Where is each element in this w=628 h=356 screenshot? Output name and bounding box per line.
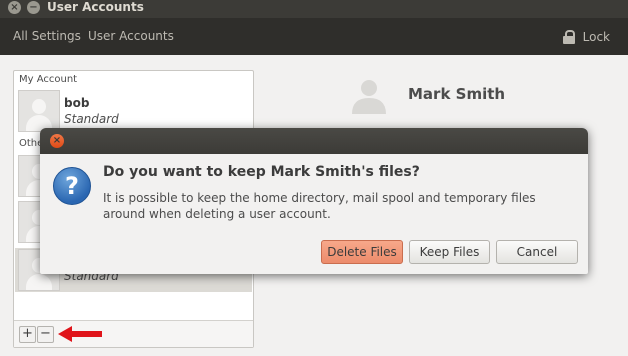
close-icon[interactable]: × bbox=[50, 134, 64, 148]
close-icon[interactable]: × bbox=[8, 1, 21, 14]
breadcrumb-user-accounts[interactable]: User Accounts bbox=[88, 29, 174, 43]
lock-icon bbox=[562, 30, 575, 44]
avatar-icon bbox=[352, 80, 386, 114]
remove-user-button[interactable]: − bbox=[37, 326, 54, 343]
confirm-dialog: × ? Do you want to keep Mark Smith's fil… bbox=[40, 128, 588, 274]
keep-files-button[interactable]: Keep Files bbox=[409, 240, 490, 264]
window-titlebar: × − User Accounts bbox=[0, 0, 628, 18]
my-account-label: My Account bbox=[19, 74, 78, 85]
lock-button[interactable]: Lock bbox=[557, 26, 616, 48]
red-arrow-icon bbox=[58, 326, 102, 342]
account-name: bob bbox=[64, 96, 90, 110]
toolbar: All Settings User Accounts Lock bbox=[0, 18, 628, 55]
question-icon: ? bbox=[53, 167, 91, 205]
minimize-icon[interactable]: − bbox=[27, 1, 40, 14]
avatar-icon[interactable] bbox=[18, 90, 60, 132]
dialog-heading: Do you want to keep Mark Smith's files? bbox=[103, 164, 420, 180]
list-toolbar: + − bbox=[14, 320, 253, 347]
add-user-button[interactable]: + bbox=[19, 326, 36, 343]
account-full-name: Mark Smith bbox=[408, 85, 506, 103]
breadcrumb-all-settings[interactable]: All Settings bbox=[13, 29, 81, 43]
dialog-body: It is possible to keep the home director… bbox=[103, 191, 536, 221]
dialog-titlebar: × bbox=[40, 128, 588, 154]
account-type: Standard bbox=[64, 112, 119, 126]
window-title: User Accounts bbox=[47, 0, 144, 14]
delete-files-button[interactable]: Delete Files bbox=[321, 240, 403, 264]
cancel-button[interactable]: Cancel bbox=[496, 240, 578, 264]
lock-label: Lock bbox=[582, 30, 610, 44]
